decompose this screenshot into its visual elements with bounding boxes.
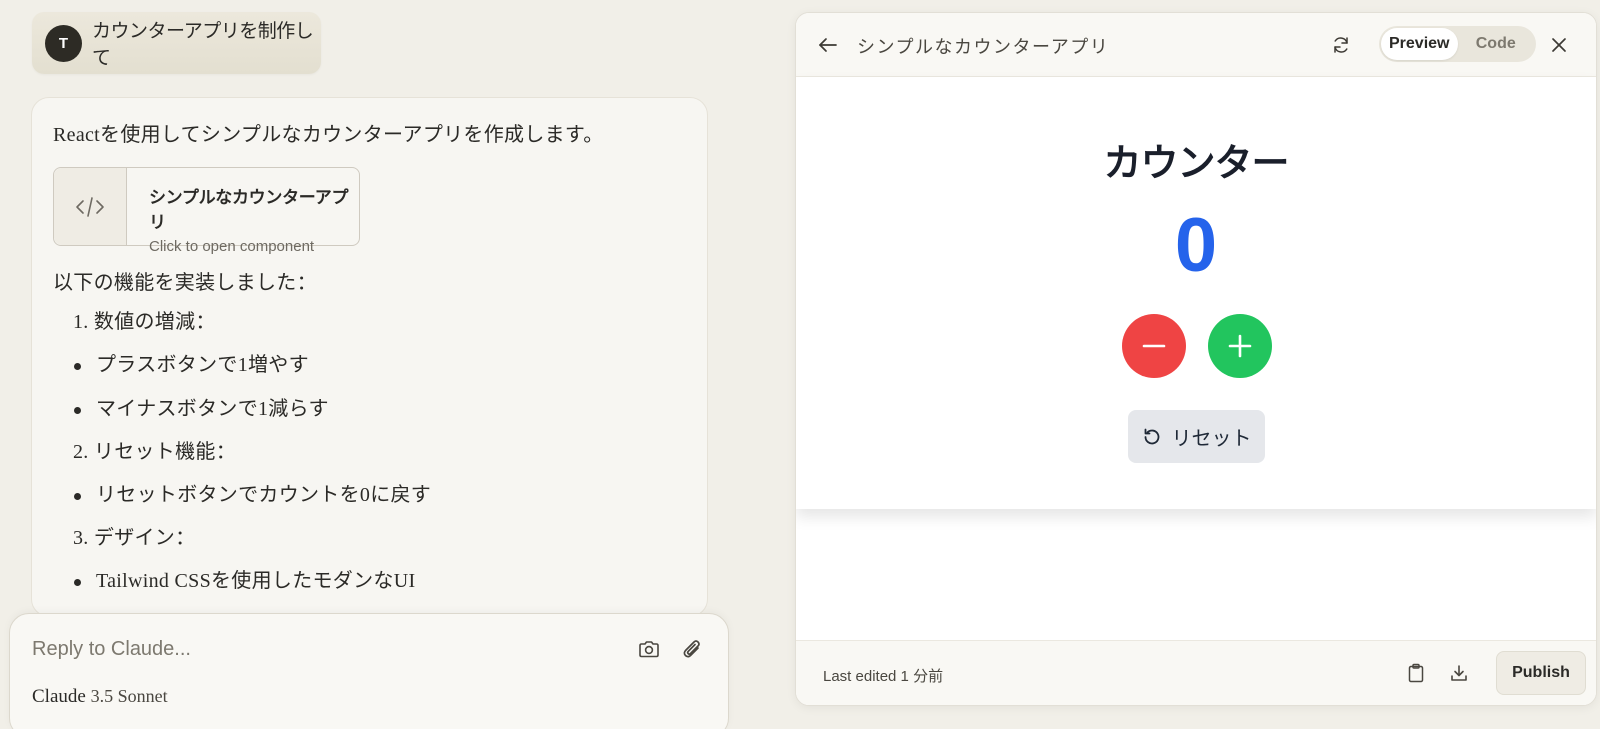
- download-icon[interactable]: [1445, 659, 1473, 687]
- model-selector[interactable]: Claude 3.5 Sonnet: [32, 686, 168, 708]
- preview-area: カウンター 0 リセット: [796, 77, 1596, 509]
- counter-heading: カウンター: [1103, 143, 1289, 185]
- panel-title: シンプルなカウンターアプリ: [857, 37, 1110, 57]
- list-item: 1. 数値の増減：: [73, 311, 216, 333]
- user-message-text: カウンターアプリを制作して: [92, 21, 314, 69]
- close-icon[interactable]: [1545, 31, 1573, 59]
- list-item: 2. リセット機能：: [73, 441, 236, 463]
- list-item: Tailwind CSSを使用したモダンなUI: [53, 559, 686, 603]
- artifact-subtitle: Click to open component: [148, 238, 315, 255]
- tab-preview[interactable]: Preview: [1381, 28, 1458, 60]
- last-edited-text: Last edited 1 分前: [823, 668, 944, 685]
- list-item: マイナスボタンで1減らす: [53, 387, 686, 431]
- reset-label: リセット: [1171, 428, 1252, 450]
- plus-icon: [1228, 334, 1252, 358]
- counter-value: 0: [1174, 203, 1218, 288]
- refresh-icon[interactable]: [1327, 31, 1355, 59]
- panel-header: シンプルなカウンターアプリ Preview Code: [796, 13, 1596, 77]
- rotate-ccw-icon: [1144, 428, 1159, 444]
- list-item: リセットボタンでカウントを0に戻す: [53, 473, 686, 517]
- publish-button[interactable]: Publish: [1496, 651, 1586, 695]
- model-name: Claude: [32, 686, 86, 707]
- paperclip-icon[interactable]: [679, 636, 705, 662]
- clipboard-icon[interactable]: [1402, 659, 1430, 687]
- code-icon: [54, 168, 127, 245]
- user-message: T カウンターアプリを制作して: [32, 12, 321, 74]
- artifact-card[interactable]: シンプルなカウンターアプリ Click to open component: [53, 167, 360, 255]
- view-toggle: Preview Code: [1379, 26, 1536, 62]
- reset-button[interactable]: リセット: [1128, 410, 1265, 463]
- user-avatar[interactable]: T: [45, 24, 82, 62]
- reply-input[interactable]: Reply to Claude...: [32, 638, 191, 661]
- panel-footer: Last edited 1 分前 Publish: [796, 640, 1596, 705]
- reply-composer[interactable]: Reply to Claude... Claude 3.5 Sonnet: [9, 613, 729, 729]
- model-version: 3.5 Sonnet: [90, 686, 168, 706]
- artifact-title: シンプルなカウンターアプリ: [148, 188, 349, 232]
- assistant-intro: Reactを使用してシンプルなカウンターアプリを作成します。: [53, 124, 604, 146]
- back-arrow-icon[interactable]: [814, 31, 842, 59]
- feature-list: 1. 数値の増減： プラスボタンで1増やす マイナスボタンで1減らす 2. リセ…: [53, 301, 686, 603]
- artifact-panel: シンプルなカウンターアプリ Preview Code カウンター 0 リセット …: [795, 12, 1597, 706]
- tab-code[interactable]: Code: [1458, 28, 1535, 60]
- list-item: 3. デザイン：: [73, 527, 196, 549]
- assistant-message: Reactを使用してシンプルなカウンターアプリを作成します。 シンプルなカウンタ…: [31, 97, 708, 617]
- increment-button[interactable]: [1208, 314, 1272, 378]
- decrement-button[interactable]: [1122, 314, 1186, 378]
- features-heading: 以下の機能を実装しました：: [53, 272, 317, 294]
- minus-icon: [1142, 344, 1166, 348]
- list-item: プラスボタンで1増やす: [53, 343, 686, 387]
- camera-icon[interactable]: [636, 636, 662, 662]
